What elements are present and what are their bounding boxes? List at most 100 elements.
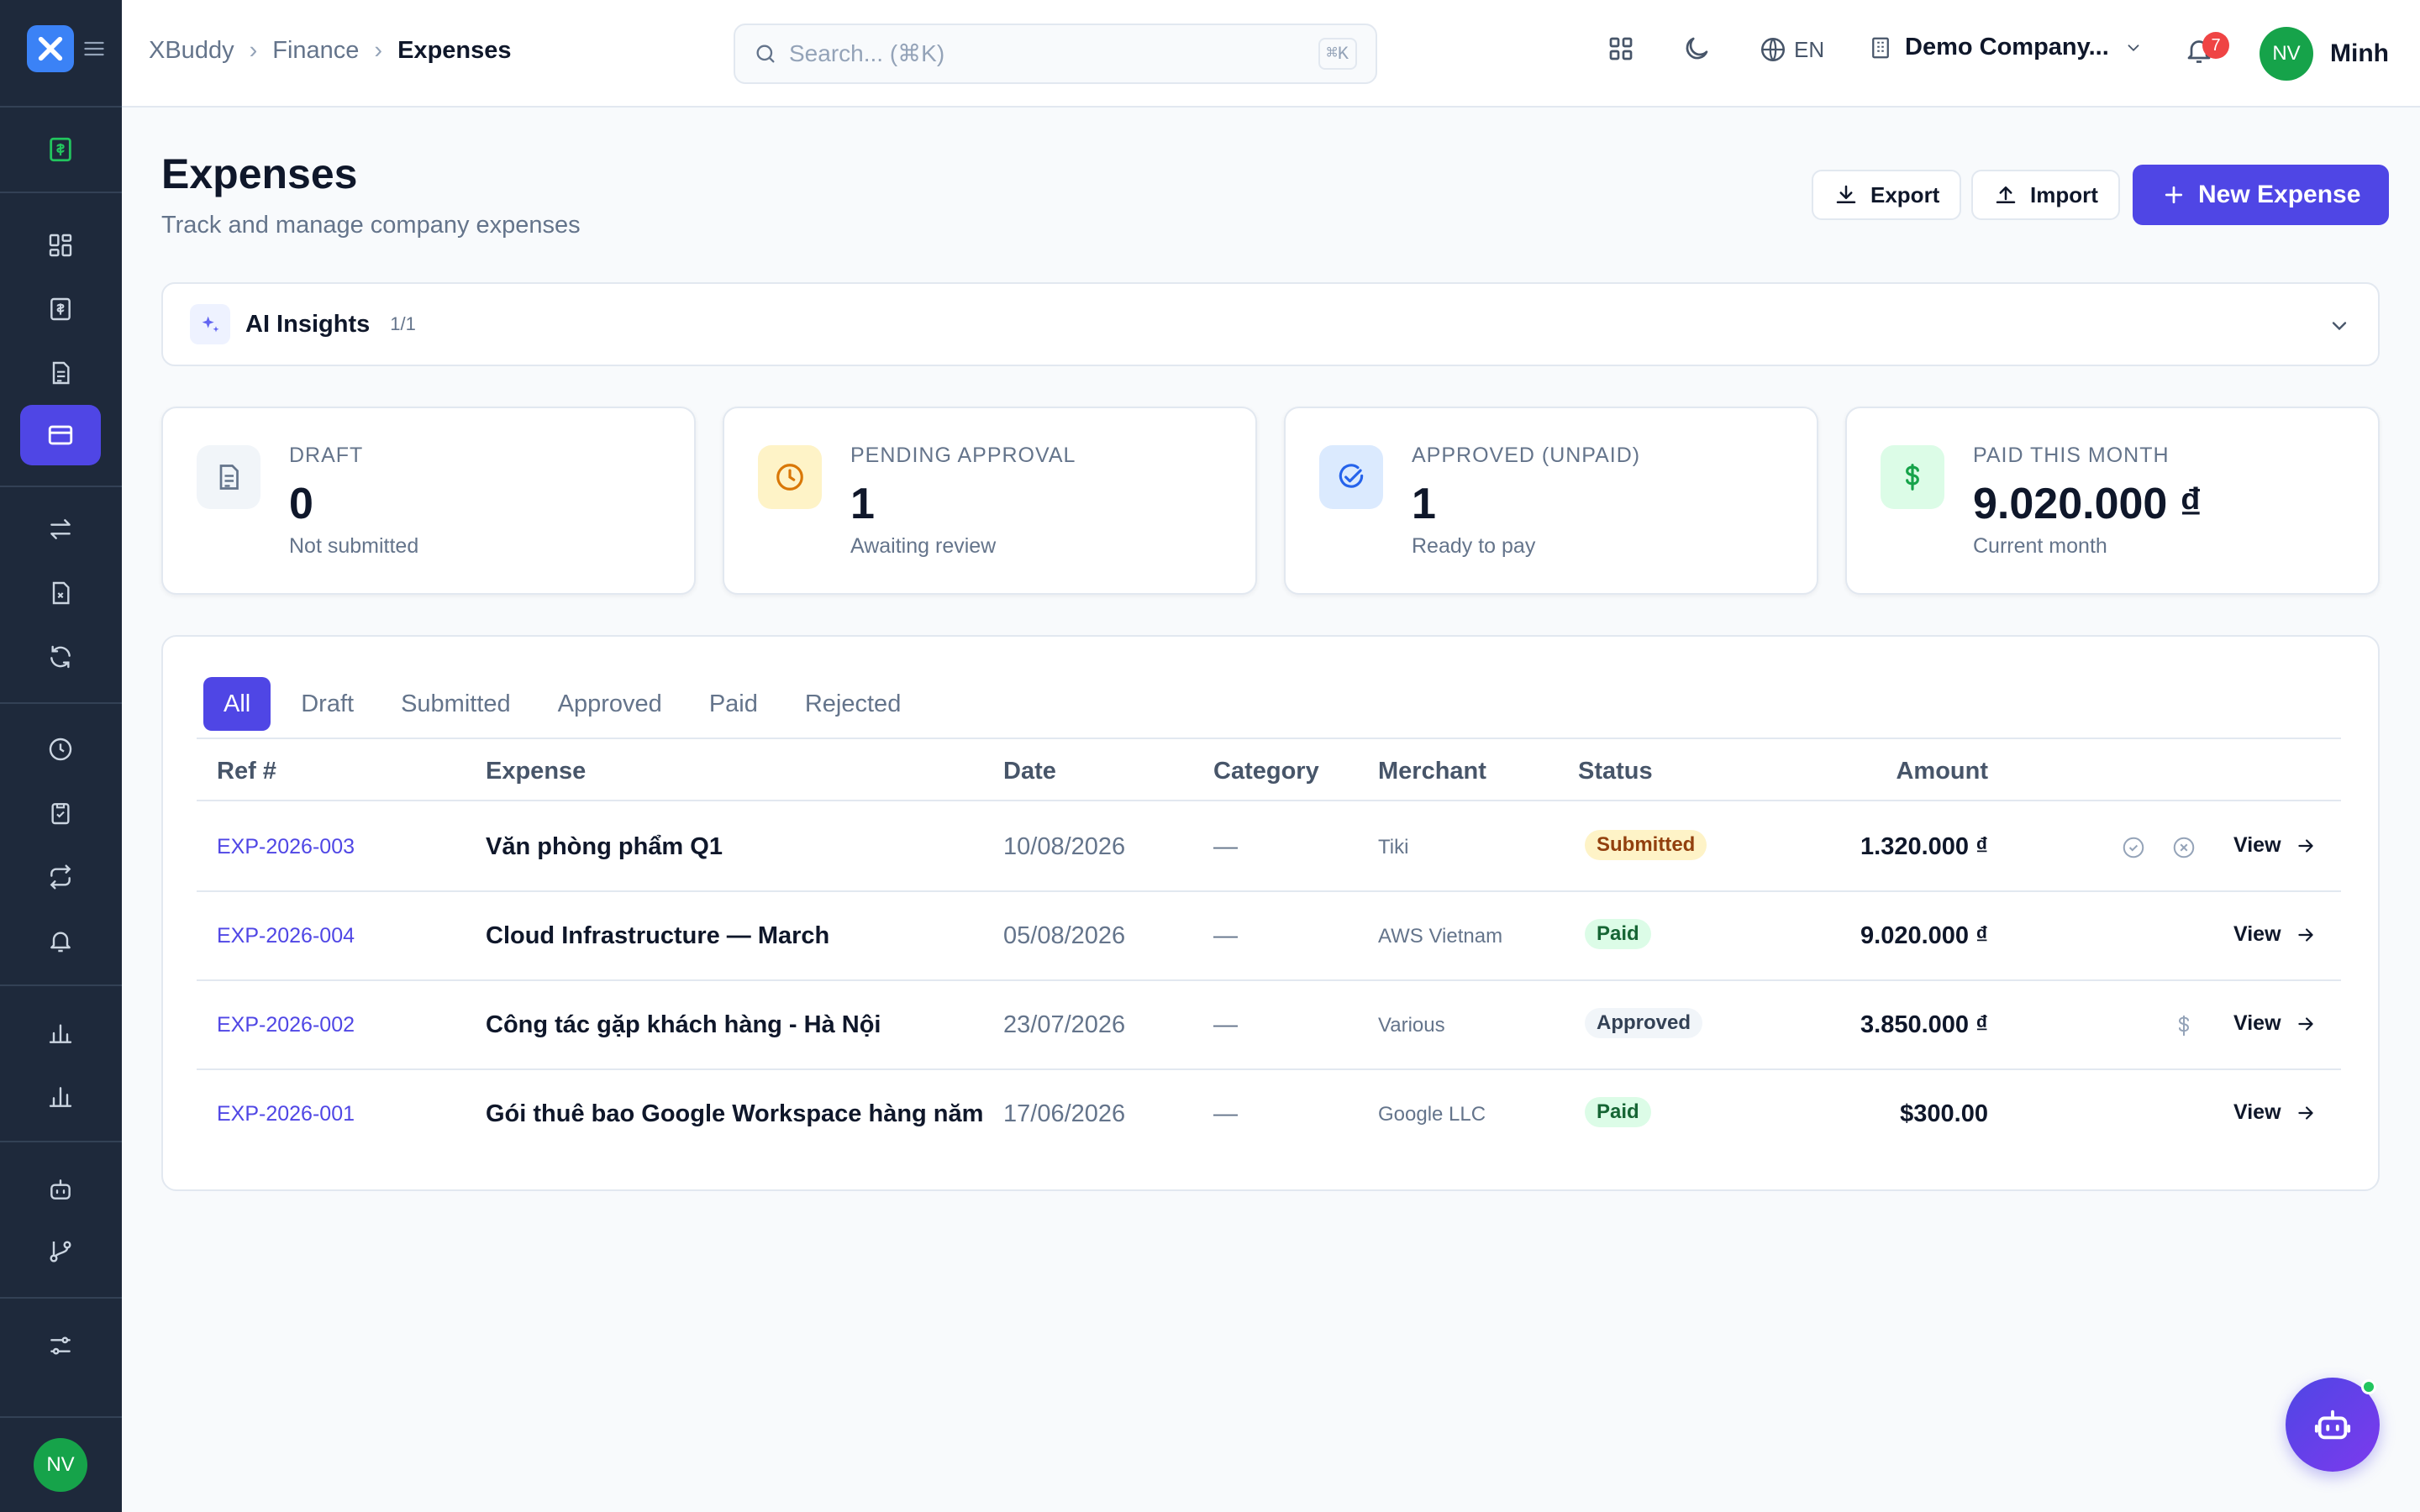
new-expense-button[interactable]: New Expense [2133,165,2390,225]
tab-approved[interactable]: Approved [541,677,679,731]
column-header-merchant[interactable]: Merchant [1378,758,1486,785]
expense-date: 23/07/2026 [1003,1011,1126,1038]
bar-chart-icon [49,1024,72,1043]
kpi-card-pending[interactable]: PENDING APPROVAL 1 Awaiting review [723,407,1257,595]
view-button[interactable]: View [2233,1011,2317,1036]
view-label: View [2233,1011,2281,1035]
divider [0,106,122,108]
ref-link[interactable]: EXP-2026-001 [217,1102,355,1126]
reject-button[interactable] [2171,835,2196,860]
dollar-icon [1881,445,1944,509]
kpi-subtitle: Ready to pay [1412,534,1536,558]
column-header-date[interactable]: Date [1003,758,1056,785]
sidebar-item-workflows[interactable] [20,1221,101,1282]
column-header-ref[interactable]: Ref # [217,758,276,785]
column-header-category[interactable]: Category [1213,758,1319,785]
page-title: Expenses [161,150,358,197]
kpi-label: PAID THIS MONTH [1973,444,2170,467]
sidebar-item-invoices[interactable] [20,563,101,623]
arrow-right-icon [2297,927,2313,942]
expense-merchant: Various [1378,1014,1445,1037]
apps-grid-button[interactable] [1606,34,1636,64]
breadcrumb-item[interactable]: XBuddy [149,37,234,65]
chevron-down-icon[interactable] [2328,314,2351,338]
sidebar-item-recurring[interactable] [20,627,101,687]
sidebar-item-dashboard[interactable] [20,215,101,276]
view-button[interactable]: View [2233,833,2317,858]
kpi-card-approved[interactable]: APPROVED (UNPAID) 1 Ready to pay [1284,407,1818,595]
sidebar-avatar[interactable]: NV [34,1438,87,1492]
app-logo[interactable] [27,25,74,72]
expense-category: — [1213,1100,1238,1127]
x-logo-icon [38,36,63,61]
column-header-expense[interactable]: Expense [486,758,586,785]
mark-paid-button[interactable] [2171,1013,2196,1038]
view-label: View [2233,833,2281,857]
expense-amount: $300.00 [1900,1100,1988,1127]
kpi-card-draft[interactable]: DRAFT 0 Not submitted [161,407,696,595]
language-switcher[interactable]: EN [1759,35,1824,64]
moon-icon [1686,37,1708,60]
expense-amount: 1.320.000 ₫ [1860,833,1988,860]
company-switcher[interactable]: Demo Company... [1868,34,2143,61]
sidebar-item-expenses[interactable] [20,405,101,465]
shortcut-hint: ⌘K [1318,38,1357,70]
expense-name: Gói thuê bao Google Workspace hàng năm [486,1100,984,1127]
tab-all[interactable]: All [203,677,271,731]
ref-link[interactable]: EXP-2026-003 [217,835,355,859]
clock-icon [758,445,822,509]
kpi-subtitle: Current month [1973,534,2107,558]
upload-icon [1996,186,2016,203]
search-input[interactable] [789,40,1318,67]
tab-rejected[interactable]: Rejected [788,677,918,731]
table-row[interactable]: EXP-2026-001 Gói thuê bao Google Workspa… [197,1070,2341,1159]
sidebar-item-ai-bot[interactable] [20,1159,101,1220]
sidebar-item-transfers[interactable] [20,499,101,559]
finance-module-icon[interactable] [20,119,101,180]
sidebar-item-repeat[interactable] [20,847,101,907]
status-badge: Paid [1585,1097,1651,1127]
approve-button[interactable] [2121,835,2146,860]
table-row[interactable]: EXP-2026-004 Cloud Infrastructure — Marc… [197,892,2341,981]
clipboard-check-icon [51,803,70,825]
tab-paid[interactable]: Paid [692,677,775,731]
tab-submitted[interactable]: Submitted [384,677,528,731]
table-row[interactable]: EXP-2026-003 Văn phòng phẩm Q1 10/08/202… [197,803,2341,892]
tab-draft[interactable]: Draft [284,677,371,731]
sidebar-item-receipts[interactable] [20,279,101,339]
sparkles-icon [190,304,230,344]
view-label: View [2233,922,2281,946]
view-button[interactable]: View [2233,1100,2317,1125]
export-button[interactable]: Export [1812,170,1962,220]
view-button[interactable]: View [2233,922,2317,947]
ai-insights-panel[interactable]: AI Insights 1/1 [161,282,2380,366]
column-header-amount[interactable]: Amount [1896,758,1988,785]
column-header-status[interactable]: Status [1578,758,1653,785]
sidebar-item-settings[interactable] [20,1315,101,1376]
search-box[interactable]: ⌘K [734,24,1377,84]
sidebar-item-approvals[interactable] [20,783,101,843]
import-button[interactable]: Import [1971,170,2120,220]
theme-toggle-button[interactable] [1681,34,1712,64]
language-label: EN [1794,36,1825,62]
kpi-card-paid[interactable]: PAID THIS MONTH 9.020.000 ₫ Current mont… [1845,407,2380,595]
notifications-button[interactable]: 7 [2184,32,2229,66]
expense-name: Văn phòng phẩm Q1 [486,833,723,860]
credit-card-icon [48,425,73,445]
clock-icon [49,738,72,761]
repeat-icon [50,864,71,890]
sidebar-item-analytics[interactable] [20,1067,101,1127]
ref-link[interactable]: EXP-2026-002 [217,1013,355,1037]
menu-icon[interactable] [82,37,106,60]
breadcrumb-item[interactable]: Finance [272,37,359,65]
ref-link[interactable]: EXP-2026-004 [217,924,355,948]
table-row[interactable]: EXP-2026-002 Công tác gặp khách hàng - H… [197,981,2341,1070]
sidebar-item-reports[interactable] [20,1003,101,1063]
sidebar-item-time[interactable] [20,719,101,780]
sidebar-item-alerts[interactable] [20,911,101,971]
user-menu[interactable]: NV Minh [2260,27,2389,81]
bot-icon [50,1179,71,1200]
sidebar-item-documents[interactable] [20,343,101,403]
sidebar: NV [0,0,122,1512]
divider [0,1416,122,1418]
